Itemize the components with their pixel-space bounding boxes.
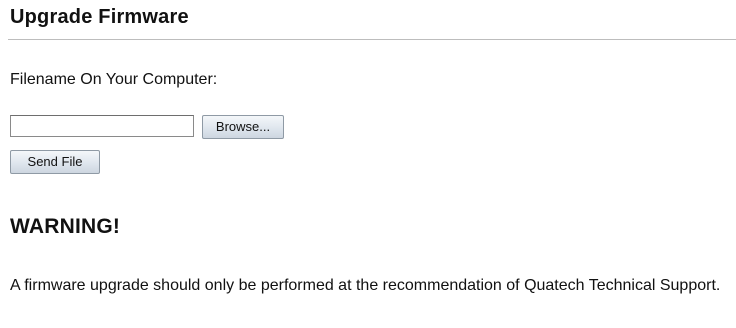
filename-input[interactable] — [10, 115, 194, 137]
warning-message: A firmware upgrade should only be perfor… — [10, 277, 721, 294]
send-file-button[interactable]: Send File — [10, 150, 100, 174]
browse-button[interactable]: Browse... — [202, 115, 284, 139]
title-divider — [8, 39, 736, 40]
warning-heading: WARNING! — [10, 215, 121, 238]
filename-label: Filename On Your Computer: — [10, 71, 218, 88]
firmware-upgrade-page: Upgrade Firmware Filename On Your Comput… — [0, 0, 736, 328]
page-title: Upgrade Firmware — [10, 6, 189, 28]
